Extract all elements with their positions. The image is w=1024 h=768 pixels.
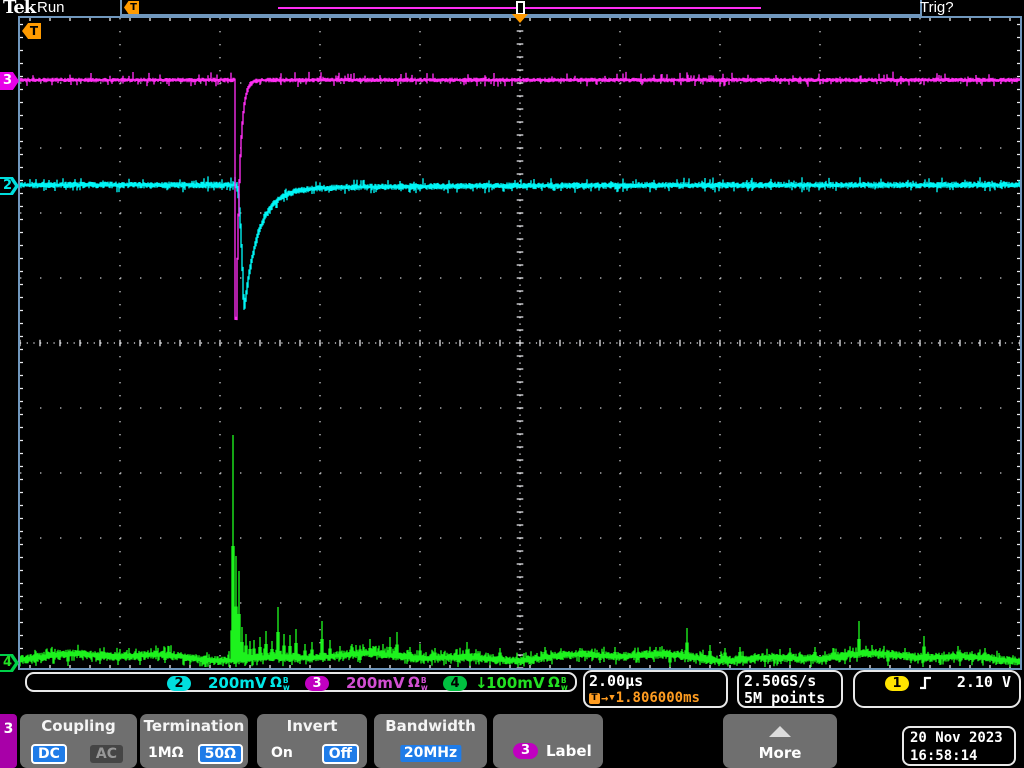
delay-readout: T → ▼ 1.806000ms bbox=[589, 690, 700, 706]
trigger-level-value: 2.10 V bbox=[956, 673, 1011, 691]
ch3-badge[interactable]: 3 bbox=[305, 676, 329, 691]
coupling-ac-option[interactable]: AC bbox=[89, 745, 123, 763]
label-channel-badge: 3 bbox=[513, 743, 538, 759]
termination-button[interactable]: Termination 1MΩ 50Ω bbox=[140, 714, 248, 768]
datetime-display: 20 Nov 2023 16:58:14 bbox=[902, 726, 1016, 766]
timebase-value: 2.00µs bbox=[589, 672, 644, 690]
ch2-badge[interactable]: 2 bbox=[167, 676, 191, 691]
oscilloscope-screen: Tek Run T Trig? 3 2 4 T 2 200mV ΩBw 3 20… bbox=[0, 0, 1024, 768]
coupling-dc-option[interactable]: DC bbox=[31, 744, 67, 764]
date-value: 20 Nov 2023 bbox=[910, 730, 1003, 746]
ch4-impedance-bw-icon: ΩBw bbox=[548, 675, 568, 692]
acquisition-readout: 2.50GS/s 5M points bbox=[737, 670, 843, 708]
channel-readouts: 2 200mV ΩBw 3 200mV ΩBw 4 ↓ 100mV ΩBw bbox=[25, 672, 577, 692]
termination-1m-option[interactable]: 1MΩ bbox=[148, 744, 184, 762]
more-text: More bbox=[758, 744, 802, 762]
waveform-display bbox=[20, 18, 1020, 668]
sample-rate: 2.50GS/s bbox=[744, 672, 817, 690]
ch4-reference-marker[interactable]: 4 bbox=[0, 654, 19, 672]
horizontal-readout: 2.00µs T → ▼ 1.806000ms bbox=[583, 670, 728, 708]
invert-title: Invert bbox=[286, 717, 338, 735]
bandwidth-title: Bandwidth bbox=[385, 717, 476, 735]
record-trigger-flag-icon: T bbox=[124, 1, 139, 14]
coupling-button[interactable]: Coupling DC AC bbox=[20, 714, 137, 768]
graticule bbox=[18, 16, 1022, 670]
label-button[interactable]: 3 Label bbox=[493, 714, 603, 768]
trigger-position-icon[interactable] bbox=[512, 14, 528, 23]
termination-50-option[interactable]: 50Ω bbox=[197, 744, 243, 764]
ch4-badge[interactable]: 4 bbox=[443, 676, 467, 691]
coupling-title: Coupling bbox=[41, 717, 116, 735]
ch2-flag-label: 2 bbox=[3, 178, 13, 193]
invert-button[interactable]: Invert On Off bbox=[257, 714, 367, 768]
trigger-readout: 1 2.10 V bbox=[853, 670, 1021, 708]
ch4-flag-label: 4 bbox=[3, 655, 13, 670]
bandwidth-button[interactable]: Bandwidth 20MHz bbox=[374, 714, 487, 768]
label-text: Label bbox=[546, 742, 592, 760]
time-value: 16:58:14 bbox=[910, 748, 978, 764]
ch3-impedance-bw-icon: ΩBw bbox=[408, 675, 428, 692]
delay-trigger-icon: T bbox=[589, 692, 600, 704]
termination-title: Termination bbox=[143, 717, 245, 735]
bandwidth-value[interactable]: 20MHz bbox=[399, 745, 462, 762]
trigger-position-handle[interactable] bbox=[516, 1, 525, 15]
more-button[interactable]: More bbox=[723, 714, 837, 768]
ch4-scale: 100mV bbox=[486, 674, 545, 692]
trigger-status: Trig? bbox=[920, 0, 954, 16]
invert-off-option[interactable]: Off bbox=[321, 744, 359, 764]
delay-marker-icon: ▼ bbox=[609, 693, 615, 703]
acquisition-status: Run bbox=[37, 0, 65, 16]
rising-slope-icon bbox=[920, 676, 931, 690]
ch3-flag-label: 3 bbox=[3, 73, 13, 88]
delay-arrow-icon: → bbox=[601, 691, 609, 705]
ch2-scale: 200mV bbox=[208, 674, 267, 692]
delay-value: 1.806000ms bbox=[615, 690, 700, 706]
active-channel-tab[interactable]: 3 bbox=[0, 714, 17, 768]
invert-on-option[interactable]: On bbox=[271, 744, 293, 762]
record-length: 5M points bbox=[744, 689, 826, 707]
ch2-impedance-bw-icon: ΩBw bbox=[270, 675, 290, 692]
ch3-scale: 200mV bbox=[346, 674, 405, 692]
trigger-source-badge: 1 bbox=[885, 676, 909, 691]
ch2-reference-marker[interactable]: 2 bbox=[0, 177, 19, 195]
more-up-arrow-icon bbox=[769, 726, 791, 737]
ch3-reference-marker[interactable]: 3 bbox=[0, 72, 19, 90]
